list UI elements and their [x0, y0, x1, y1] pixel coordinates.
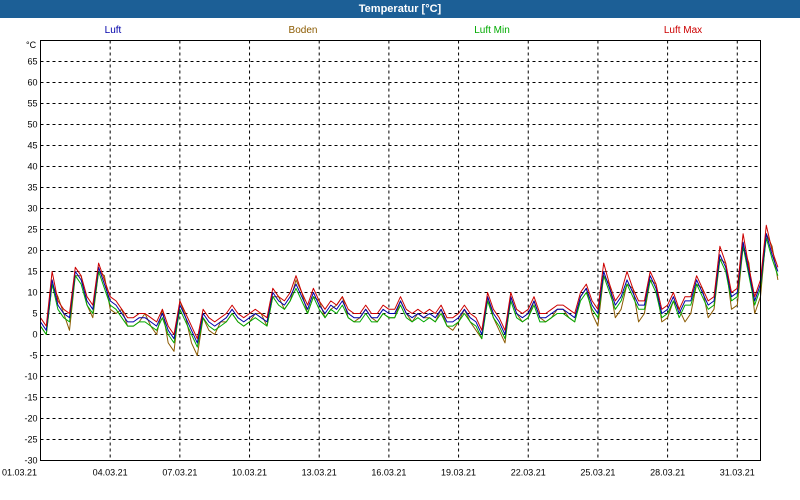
y-tick-label: -10 — [24, 372, 37, 382]
x-tick-label: 25.03.21 — [580, 468, 615, 478]
x-tick-label: 16.03.21 — [371, 468, 406, 478]
x-tick-label: 07.03.21 — [162, 468, 197, 478]
x-tick-label: 04.03.21 — [93, 468, 128, 478]
y-tick-label: 15 — [27, 267, 37, 277]
temperature-chart: -30 -25 -20 -15 -10 -5 0 5 10 15 20 25 30 35 40 45 50 55 6… — [2, 40, 779, 478]
x-tick-label: 31.03.21 — [720, 468, 755, 478]
y-tick-label: 55 — [27, 99, 37, 109]
y-tick-label: 40 — [27, 162, 37, 172]
grid — [40, 40, 761, 461]
y-tick-label: 65 — [27, 57, 37, 67]
y-tick-label: 5 — [32, 309, 37, 319]
y-tick-label: -20 — [24, 414, 37, 424]
y-tick-label: 50 — [27, 120, 37, 130]
y-tick-label: -5 — [29, 351, 37, 361]
x-tick-label: 19.03.21 — [441, 468, 476, 478]
y-axis-ticks: -30 -25 -20 -15 -10 -5 0 5 10 15 20 25 30 35 40 45 50 55 6… — [24, 57, 37, 466]
y-axis-unit: °C — [26, 40, 37, 50]
x-tick-label: 28.03.21 — [650, 468, 685, 478]
y-tick-label: -30 — [24, 456, 37, 466]
y-tick-label: 0 — [32, 330, 37, 340]
y-tick-label: -25 — [24, 435, 37, 445]
y-tick-label: 25 — [27, 225, 37, 235]
y-tick-label: 60 — [27, 78, 37, 88]
y-tick-label: 45 — [27, 141, 37, 151]
y-tick-label: 35 — [27, 183, 37, 193]
x-tick-label: 01.03.21 — [2, 468, 37, 478]
x-tick-label: 22.03.21 — [511, 468, 546, 478]
y-tick-label: 20 — [27, 246, 37, 256]
y-tick-label: 10 — [27, 288, 37, 298]
y-tick-label: -15 — [24, 393, 37, 403]
x-tick-label: 13.03.21 — [302, 468, 337, 478]
x-axis-ticks: 01.03.21 04.03.21 07.03.21 10.03.21 13.03.21… — [2, 468, 755, 478]
y-tick-label: 30 — [27, 204, 37, 214]
x-tick-label: 10.03.21 — [232, 468, 267, 478]
